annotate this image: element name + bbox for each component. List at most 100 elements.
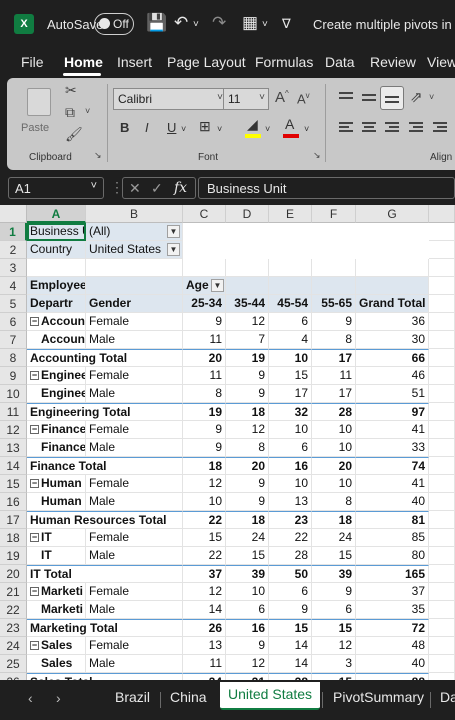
empty-cell[interactable] <box>429 529 455 547</box>
pivot-value-cell[interactable]: 15 <box>269 367 312 385</box>
pivot-value-cell[interactable]: 23 <box>269 511 312 529</box>
row-header-2[interactable]: 2 <box>0 241 27 259</box>
pivot-value-cell[interactable]: 7 <box>226 331 269 349</box>
pivot-filter-label-business-unit[interactable]: Business U <box>27 223 86 241</box>
row-header-5[interactable]: 5 <box>0 295 27 313</box>
collapse-icon[interactable]: − <box>30 425 39 435</box>
row-header-25[interactable]: 25 <box>0 655 27 673</box>
cut-icon[interactable]: ✂ <box>65 82 77 99</box>
row-header-13[interactable]: 13 <box>0 439 27 457</box>
pivot-gender-cell[interactable]: Female <box>86 529 183 547</box>
pivot-grand-total-cell[interactable]: 30 <box>356 331 429 349</box>
pivot-value-cell[interactable]: 16 <box>269 457 312 475</box>
pivot-subtotal-label[interactable]: Marketing Total <box>27 619 183 637</box>
pivot-value-cell[interactable]: 39 <box>226 565 269 583</box>
pivot-value-cell[interactable]: 32 <box>269 403 312 421</box>
pivot-value-cell[interactable]: 9 <box>183 421 226 439</box>
pivot-value-cell[interactable]: 15 <box>312 547 356 565</box>
pivot-value-cell[interactable]: 15 <box>269 619 312 637</box>
empty-cell[interactable] <box>429 295 455 313</box>
pivot-row-field-employee[interactable]: Employee <box>27 277 86 295</box>
empty-cell[interactable] <box>429 619 455 637</box>
pivot-value-cell[interactable]: 8 <box>226 439 269 457</box>
row-header-19[interactable]: 19 <box>0 547 27 565</box>
pivot-header-department[interactable]: Departr <box>27 295 86 313</box>
empty-cell[interactable] <box>429 313 455 331</box>
empty-cell[interactable] <box>429 457 455 475</box>
row-header-21[interactable]: 21 <box>0 583 27 601</box>
empty-cell[interactable] <box>269 259 312 277</box>
orientation-icon[interactable]: ⇗ <box>410 88 423 106</box>
pivot-value-cell[interactable]: 11 <box>312 367 356 385</box>
fill-color-dropdown-icon[interactable]: ˅ <box>265 124 270 134</box>
pivot-gender-cell[interactable]: Male <box>86 547 183 565</box>
decrease-indent-icon[interactable] <box>407 120 425 136</box>
pivot-grand-total-cell[interactable]: 40 <box>356 655 429 673</box>
pivot-value-cell[interactable]: 12 <box>226 313 269 331</box>
font-name-dropdown[interactable]: Calibri ˅ <box>113 88 227 110</box>
filter-active-icon[interactable]: ▼ <box>167 243 180 256</box>
pivot-grand-total-cell[interactable]: 40 <box>356 493 429 511</box>
customize-qat-icon[interactable]: ∇ <box>282 16 291 32</box>
pivot-value-cell[interactable]: 10 <box>269 475 312 493</box>
save-icon[interactable]: 💾 <box>146 13 167 33</box>
pivot-value-cell[interactable]: 19 <box>183 403 226 421</box>
formula-input[interactable]: Business Unit <box>198 177 455 199</box>
pivot-value-cell[interactable]: 8 <box>312 493 356 511</box>
empty-cell[interactable] <box>429 367 455 385</box>
pivot-value-cell[interactable]: 9 <box>183 313 226 331</box>
pivot-gender-cell[interactable]: Male <box>86 331 183 349</box>
pivot-value-cell[interactable]: 12 <box>312 637 356 655</box>
row-header-1[interactable]: 1 <box>0 223 27 241</box>
increase-indent-icon[interactable] <box>431 120 449 136</box>
row-header-3[interactable]: 3 <box>0 259 27 277</box>
row-header-26[interactable]: 26 <box>0 673 27 680</box>
pivot-value-cell[interactable]: 11 <box>183 655 226 673</box>
empty-cell[interactable] <box>226 277 269 295</box>
pivot-value-cell[interactable]: 11 <box>183 331 226 349</box>
autosave-toggle[interactable]: Off <box>94 13 134 35</box>
pivot-value-cell[interactable]: 12 <box>183 475 226 493</box>
pivot-department-cell[interactable]: − Enginee <box>27 367 86 385</box>
copy-icon[interactable]: ⧉ <box>65 104 75 121</box>
pivot-value-cell[interactable]: 19 <box>226 349 269 367</box>
pivot-header-gender[interactable]: Gender <box>86 295 183 313</box>
pivot-department-cell[interactable]: Sales <box>27 655 86 673</box>
align-bottom-button[interactable] <box>380 86 404 110</box>
pivot-filter-label-country[interactable]: Country <box>27 241 86 259</box>
pivot-grand-total-cell[interactable]: 41 <box>356 421 429 439</box>
collapse-icon[interactable]: − <box>30 479 39 489</box>
pivot-value-cell[interactable]: 39 <box>312 565 356 583</box>
row-header-16[interactable]: 16 <box>0 493 27 511</box>
pivot-grand-total-cell[interactable]: 46 <box>356 367 429 385</box>
column-header-a[interactable]: A <box>27 205 86 223</box>
pivot-value-cell[interactable]: 10 <box>312 439 356 457</box>
pivot-gender-cell[interactable]: Female <box>86 313 183 331</box>
pivot-department-cell[interactable]: − Marketi <box>27 583 86 601</box>
pivot-value-cell[interactable]: 15 <box>226 547 269 565</box>
pivot-grand-total-cell[interactable]: 33 <box>356 439 429 457</box>
bold-button[interactable]: B <box>120 120 129 135</box>
pivot-gender-cell[interactable]: Male <box>86 655 183 673</box>
undo-icon[interactable]: ↶ <box>174 13 188 33</box>
empty-cell[interactable] <box>86 277 183 295</box>
empty-cell[interactable] <box>429 475 455 493</box>
pivot-value-cell[interactable]: 26 <box>183 619 226 637</box>
pivot-value-cell[interactable]: 20 <box>183 349 226 367</box>
clipboard-launcher-icon[interactable]: ↘ <box>94 150 102 161</box>
pivot-value-cell[interactable]: 21 <box>226 673 269 680</box>
worksheet-grid[interactable]: A B C D E F G 1 2 3 4 5 6 7 8 9 10 11 12 13 14 15 16 17 18 19 20 21… <box>0 205 455 680</box>
empty-cell[interactable] <box>429 277 455 295</box>
grow-font-icon[interactable]: A^ <box>275 89 289 106</box>
row-header-4[interactable]: 4 <box>0 277 27 295</box>
row-header-22[interactable]: 22 <box>0 601 27 619</box>
pivot-value-cell[interactable]: 9 <box>269 601 312 619</box>
empty-cell[interactable] <box>226 259 269 277</box>
pivot-department-cell[interactable]: Human <box>27 493 86 511</box>
orientation-dropdown-icon[interactable]: ˅ <box>429 92 434 102</box>
pivot-value-cell[interactable]: 6 <box>269 439 312 457</box>
scroll-right-icon[interactable]: › <box>56 690 61 706</box>
pivot-gender-cell[interactable]: Male <box>86 439 183 457</box>
empty-cell[interactable] <box>429 439 455 457</box>
row-header-23[interactable]: 23 <box>0 619 27 637</box>
